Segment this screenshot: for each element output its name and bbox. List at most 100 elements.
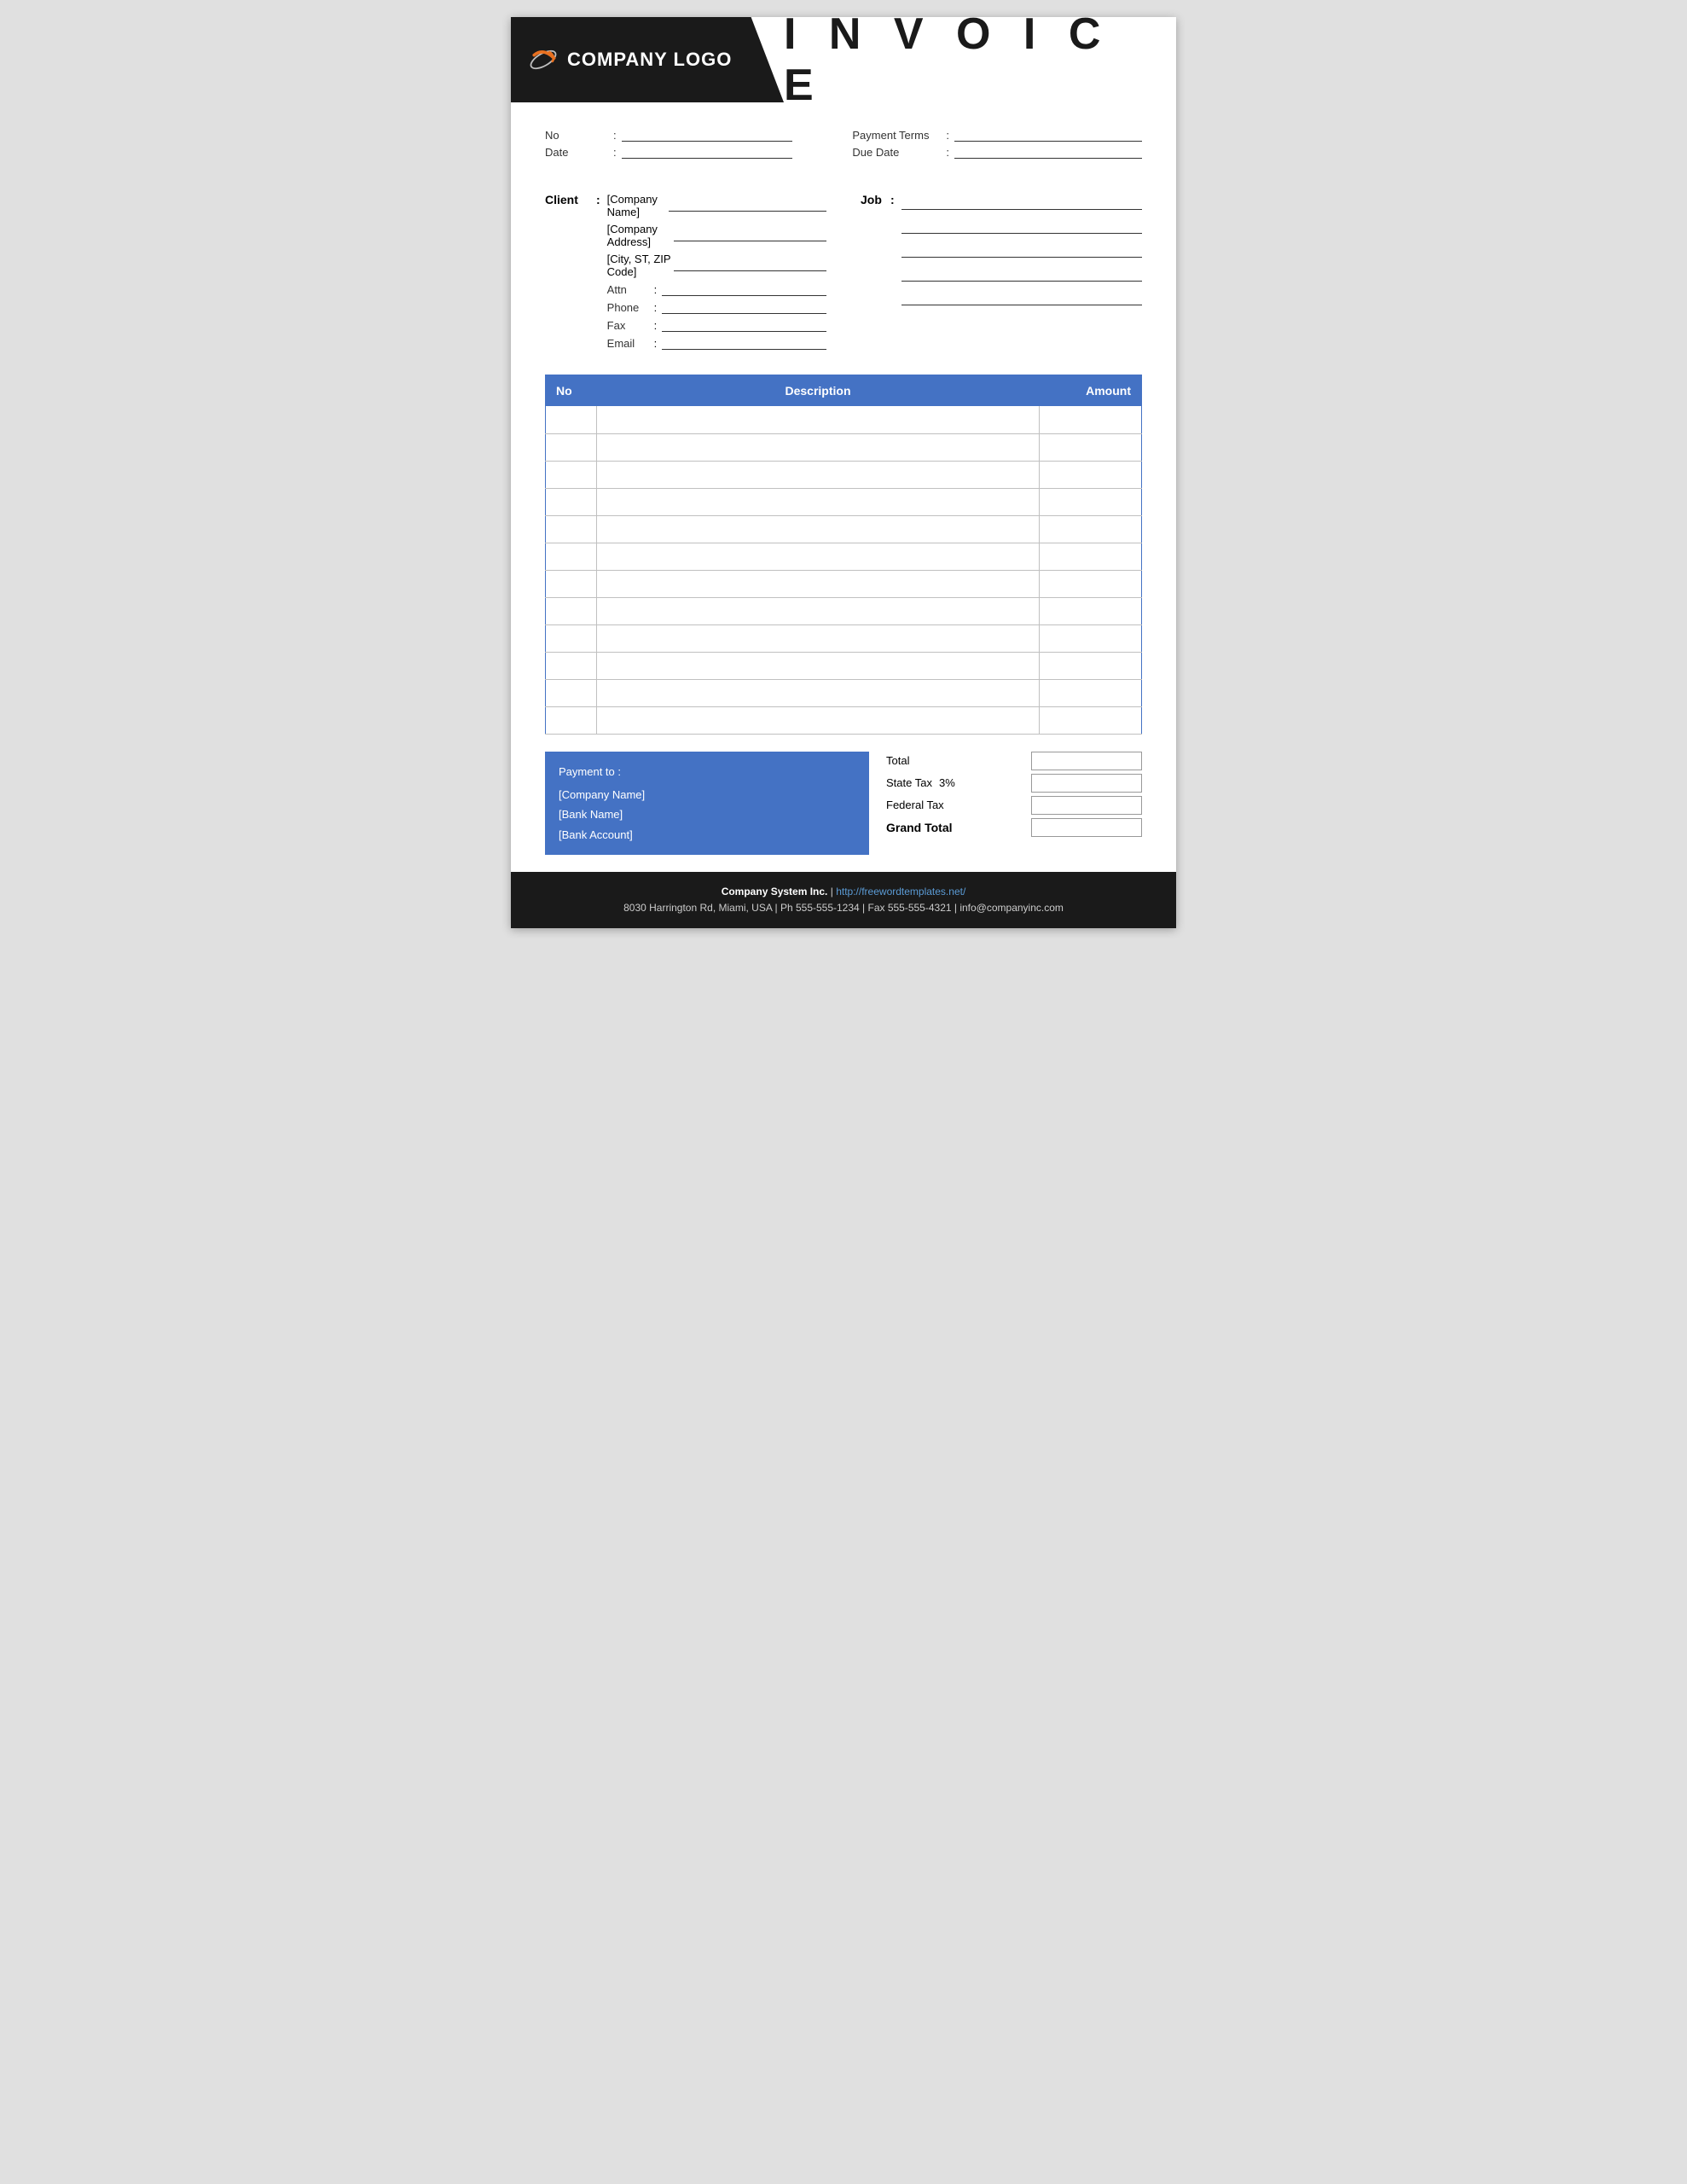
email-value[interactable] [662, 336, 826, 350]
table-row [546, 461, 1142, 488]
company-logo: COMPANY LOGO [528, 44, 732, 75]
footer-website[interactable]: http://freewordtemplates.net/ [836, 886, 965, 897]
company-name-line[interactable] [669, 198, 826, 212]
row-description[interactable] [597, 543, 1040, 570]
row-amount[interactable] [1040, 515, 1142, 543]
row-amount[interactable] [1040, 679, 1142, 706]
row-description[interactable] [597, 652, 1040, 679]
col-header-no: No [546, 375, 597, 407]
client-label: Client [545, 193, 596, 206]
row-no[interactable] [546, 652, 597, 679]
state-tax-labels: State Tax 3% [886, 776, 955, 789]
row-description[interactable] [597, 597, 1040, 624]
no-label: No [545, 129, 613, 142]
row-no[interactable] [546, 624, 597, 652]
row-no[interactable] [546, 706, 597, 734]
row-description[interactable] [597, 679, 1040, 706]
job-line-5[interactable] [901, 288, 1142, 305]
table-row [546, 597, 1142, 624]
table-row [546, 515, 1142, 543]
job-lines [901, 193, 1142, 312]
state-tax-value-box[interactable] [1031, 774, 1142, 793]
row-amount[interactable] [1040, 543, 1142, 570]
row-description[interactable] [597, 461, 1040, 488]
payment-terms-value-line[interactable] [954, 128, 1142, 142]
row-amount[interactable] [1040, 706, 1142, 734]
job-colon: : [890, 193, 895, 206]
row-description[interactable] [597, 706, 1040, 734]
footer-company: Company System Inc. [722, 886, 828, 897]
no-value-line[interactable] [622, 128, 792, 142]
job-line-2[interactable] [901, 217, 1142, 234]
attn-colon: : [654, 283, 658, 296]
date-value-line[interactable] [622, 145, 792, 159]
invoice-header: COMPANY LOGO I N V O I C E [511, 17, 1176, 102]
company-name-row: [Company Name] [607, 193, 826, 218]
federal-tax-value-box[interactable] [1031, 796, 1142, 815]
invoice-page: COMPANY LOGO I N V O I C E No : Date : [511, 17, 1176, 928]
invoice-table: No Description Amount [545, 375, 1142, 735]
phone-label: Phone [607, 301, 654, 314]
row-amount[interactable] [1040, 461, 1142, 488]
total-value-box[interactable] [1031, 752, 1142, 770]
attn-label: Attn [607, 283, 654, 296]
email-colon: : [654, 337, 658, 350]
date-label: Date [545, 146, 613, 159]
row-amount[interactable] [1040, 406, 1142, 433]
row-no[interactable] [546, 488, 597, 515]
job-block: Job : [861, 193, 1142, 357]
phone-value[interactable] [662, 300, 826, 314]
job-header: Job : [861, 193, 1142, 312]
row-amount[interactable] [1040, 488, 1142, 515]
footer-section: Payment to : [Company Name] [Bank Name] … [511, 752, 1176, 873]
table-header: No Description Amount [546, 375, 1142, 407]
job-line-3[interactable] [901, 241, 1142, 258]
row-amount[interactable] [1040, 433, 1142, 461]
payment-label: Payment to : [559, 762, 855, 781]
email-label: Email [607, 337, 654, 350]
row-no[interactable] [546, 433, 597, 461]
footer-line-1: Company System Inc. | http://freewordtem… [523, 884, 1164, 900]
row-no[interactable] [546, 570, 597, 597]
row-no[interactable] [546, 515, 597, 543]
row-no[interactable] [546, 679, 597, 706]
job-label: Job [861, 193, 890, 206]
row-description[interactable] [597, 406, 1040, 433]
col-header-description: Description [597, 375, 1040, 407]
fax-value[interactable] [662, 318, 826, 332]
job-line-4[interactable] [901, 264, 1142, 282]
table-body [546, 406, 1142, 734]
row-amount[interactable] [1040, 597, 1142, 624]
row-no[interactable] [546, 543, 597, 570]
row-no[interactable] [546, 461, 597, 488]
footer-line-2: 8030 Harrington Rd, Miami, USA | Ph 555-… [523, 900, 1164, 916]
row-description[interactable] [597, 570, 1040, 597]
due-date-colon: : [946, 146, 949, 159]
row-no[interactable] [546, 406, 597, 433]
due-date-value-line[interactable] [954, 145, 1142, 159]
row-description[interactable] [597, 488, 1040, 515]
fax-colon: : [654, 319, 658, 332]
row-description[interactable] [597, 624, 1040, 652]
row-amount[interactable] [1040, 624, 1142, 652]
info-section: No : Date : Payment Terms : Due Date [511, 102, 1176, 184]
table-row [546, 543, 1142, 570]
date-row: Date : [545, 145, 818, 159]
total-row: Total [886, 752, 1142, 770]
row-description[interactable] [597, 433, 1040, 461]
row-amount[interactable] [1040, 570, 1142, 597]
job-line-1[interactable] [901, 193, 1142, 210]
logo-section: COMPANY LOGO [511, 17, 784, 102]
payment-company-name: [Company Name] [559, 785, 855, 804]
city-zip-line[interactable] [674, 258, 826, 271]
grand-total-value-box[interactable] [1031, 818, 1142, 837]
row-no[interactable] [546, 597, 597, 624]
row-amount[interactable] [1040, 652, 1142, 679]
client-colon: : [596, 193, 600, 206]
row-description[interactable] [597, 515, 1040, 543]
fax-label: Fax [607, 319, 654, 332]
payment-terms-row: Payment Terms : [852, 128, 1142, 142]
attn-value[interactable] [662, 282, 826, 296]
table-row [546, 624, 1142, 652]
company-address-line[interactable] [674, 228, 826, 241]
